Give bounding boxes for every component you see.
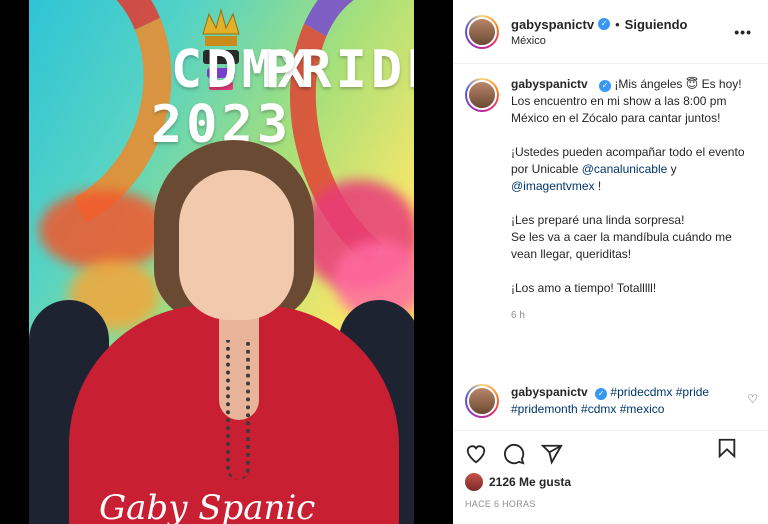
hashtag-link[interactable]: #pridemonth #cdmx #mexico — [511, 401, 731, 418]
comment-item: gabyspanictv ✓ #pridecdmx #pride #pridem… — [453, 374, 768, 434]
post-media[interactable]: CDMX PRIDE 2023 Gaby Spanic — [0, 0, 453, 524]
hashtag-link[interactable]: #pridecdmx #pride — [610, 385, 709, 399]
share-icon[interactable] — [541, 443, 563, 465]
caption-line: y — [670, 162, 677, 176]
verified-icon: ✓ — [595, 388, 608, 400]
verified-icon: ✓ — [599, 80, 612, 92]
post-date[interactable]: HACE 6 HORAS — [465, 499, 756, 509]
caption-line: ! — [597, 179, 602, 193]
caption-line: ¡Mis ángeles 😇 Es hoy! — [614, 77, 742, 91]
author-username[interactable]: gabyspanictv — [511, 17, 594, 32]
bookmark-icon[interactable] — [716, 437, 738, 459]
caption-timestamp[interactable]: 6 h — [511, 307, 756, 324]
post-detail-panel: gabyspanictv ✓ • Siguiendo México ••• ga… — [453, 0, 768, 524]
following-button[interactable]: Siguiendo — [625, 17, 688, 32]
comment-icon[interactable] — [503, 443, 525, 465]
more-icon[interactable]: ••• — [734, 24, 752, 40]
post-actions: 2126 Me gusta HACE 6 HORAS — [453, 430, 768, 524]
avatar[interactable] — [465, 78, 499, 112]
caption-username[interactable]: gabyspanictv — [511, 77, 588, 91]
caption-line: Los encuentro en mi show a las 8:00 pm M… — [511, 94, 727, 125]
mention-link[interactable]: @imagentvmex — [511, 179, 595, 193]
mention-link[interactable]: @canalunicable — [582, 162, 668, 176]
post-header: gabyspanictv ✓ • Siguiendo México ••• — [453, 0, 768, 64]
pride-poster-image: CDMX PRIDE 2023 Gaby Spanic — [29, 0, 414, 524]
post-location[interactable]: México — [511, 35, 688, 47]
poster-title-pride: PRIDE — [265, 40, 414, 100]
liker-avatar[interactable] — [465, 473, 483, 491]
post-caption: gabyspanictv ✓ ¡Mis ángeles 😇 Es hoy! Lo… — [453, 64, 768, 374]
portrait-face — [179, 170, 294, 320]
color-splash — [39, 190, 169, 270]
caption-line: ¡Les preparé una linda sorpresa! — [511, 213, 685, 227]
separator-dot: • — [615, 16, 620, 32]
verified-icon: ✓ — [598, 18, 611, 30]
portrait-necklace — [226, 340, 250, 480]
likes-count[interactable]: 2126 Me gusta — [489, 475, 571, 489]
comment-username[interactable]: gabyspanictv — [511, 385, 588, 399]
heart-icon[interactable] — [465, 443, 487, 465]
comment-like-icon[interactable]: ♡ — [747, 392, 758, 406]
avatar[interactable] — [465, 14, 499, 49]
caption-line: ¡Los amo a tiempo! Totalllll! — [511, 281, 657, 295]
poster-signature: Gaby Spanic — [99, 488, 316, 524]
caption-line: Se les va a caer la mandíbula cuándo me … — [511, 230, 732, 261]
avatar[interactable] — [465, 384, 499, 418]
